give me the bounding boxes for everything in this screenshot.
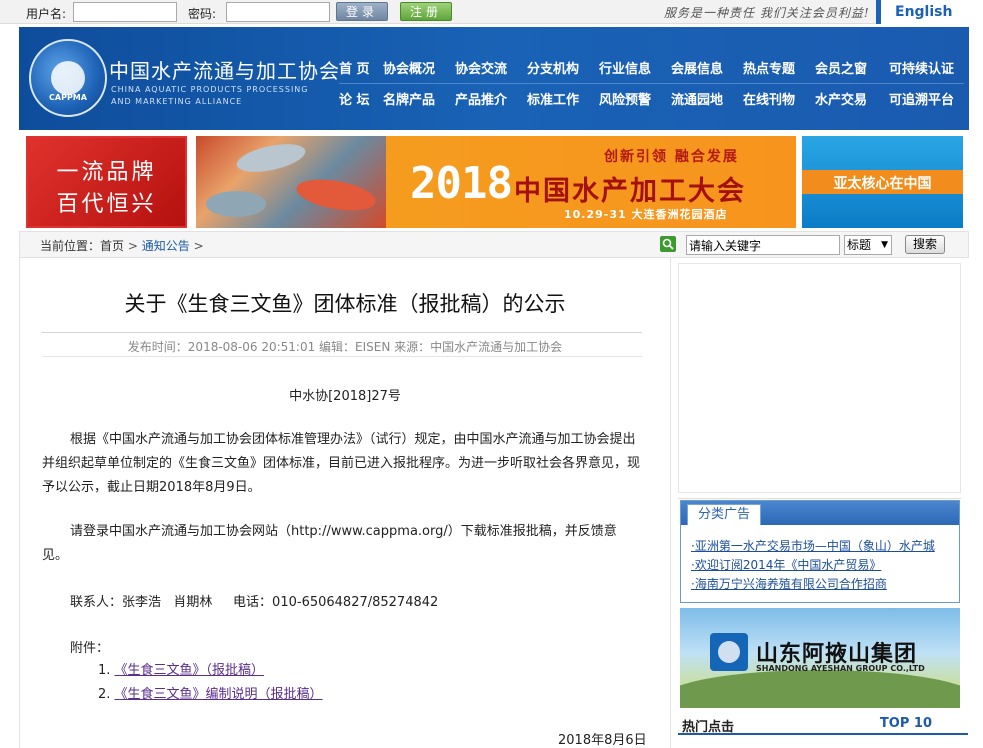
nav-risk-alert[interactable]: 风险预警 [599, 89, 651, 108]
ayeshan-group-banner[interactable]: 山东阿掖山集团 SHANDONG AYESHAN GROUP CO.,LTD [680, 608, 960, 708]
password-label: 密码: [188, 7, 217, 21]
article-date: 2018年8月6日 [558, 733, 647, 748]
nav-product-promo[interactable]: 产品推介 [455, 89, 507, 108]
breadcrumb-bar: 当前位置：首页 > 通知公告 > 标题 ▼ 搜索 [19, 231, 969, 258]
breadcrumb-label: 当前位置： [40, 239, 101, 253]
nav-home[interactable]: 首 页 [339, 58, 370, 77]
nav-branches[interactable]: 分支机构 [527, 58, 579, 77]
org-name-en-line2: AND MARKETING ALLIANCE [111, 97, 243, 106]
conference-date: 10.29-31 大连香洲花园酒店 [564, 208, 728, 221]
search-field-value: 标题 [847, 238, 872, 252]
register-button[interactable]: 注册 [400, 2, 452, 21]
conference-title: 中国水产加工大会 [514, 176, 746, 207]
org-name-en-line1: CHINA AQUATIC PRODUCTS PROCESSING [111, 85, 309, 94]
english-label: English [895, 4, 953, 20]
nav-trading[interactable]: 水产交易 [815, 89, 867, 108]
fish-icon [294, 174, 378, 216]
attachments-label: 附件： [70, 641, 110, 656]
hot-clicks-label: 热门点击 [682, 720, 735, 735]
search-input[interactable] [686, 235, 840, 255]
attachment-item: 2. 《生食三文鱼》编制说明（报批稿） [98, 683, 323, 702]
nav-hot-topics[interactable]: 热点专题 [743, 58, 795, 77]
fish-icon [234, 138, 308, 178]
nav-brand-products[interactable]: 名牌产品 [383, 89, 435, 108]
brand-banner-line2: 百代恒兴 [56, 192, 157, 217]
chevron-down-icon: ▼ [881, 240, 888, 250]
nav-online-journal[interactable]: 在线刊物 [743, 89, 795, 108]
title-divider [42, 332, 642, 333]
conference-slogan: 创新引领 融合发展 [604, 149, 739, 165]
nav-exchange[interactable]: 协会交流 [455, 58, 507, 77]
article-panel: 关于《生食三文鱼》团体标准（报批稿）的公示 发布时间：2018-08-06 20… [19, 258, 671, 748]
sidebar: 分类广告 ·亚洲第一水产交易市场—中国（象山）水产城 ·欢迎订阅2014年《中国… [678, 258, 969, 748]
sidebar-blank-panel [678, 263, 961, 493]
org-name-en: CHINA AQUATIC PRODUCTS PROCESSING AND MA… [111, 84, 308, 108]
nav-members[interactable]: 会员之窗 [815, 58, 867, 77]
attachment-number: 2. [98, 687, 111, 702]
ayeshan-logo-icon [710, 633, 748, 671]
globe-icon [51, 61, 85, 95]
attachment-item: 1. 《生食三文鱼》（报批稿） [98, 659, 264, 678]
attachment-link-explanation[interactable]: 《生食三文鱼》编制说明（报批稿） [115, 687, 323, 702]
top10-label: TOP 10 [879, 716, 932, 731]
nav-standards[interactable]: 标准工作 [527, 89, 579, 108]
username-input[interactable] [73, 2, 177, 22]
password-input[interactable] [226, 2, 330, 22]
classified-ads-header: 分类广告 [681, 501, 959, 525]
document-number: 中水协[2018]27号 [289, 389, 401, 404]
brand-banner[interactable]: 一流品牌 百代恒兴 [26, 136, 187, 228]
cappma-logo-icon[interactable]: CAPPMA [29, 39, 107, 117]
landscape-graphic [680, 670, 960, 708]
breadcrumb: 当前位置：首页 > 通知公告 > [40, 237, 204, 254]
hot-clicks-header: 热门点击 TOP 10 [678, 713, 968, 735]
article-paragraph-2: 请登录中国水产流通与加工协会网站（http://www.cappma.org/）… [42, 524, 617, 563]
article-title: 关于《生食三文鱼》团体标准（报批稿）的公示 [124, 292, 566, 316]
asia-pacific-banner[interactable]: 亚太核心在中国 [802, 136, 963, 228]
username-label: 用户名: [26, 7, 67, 21]
english-link[interactable]: English [876, 0, 983, 24]
group-name-en: SHANDONG AYESHAN GROUP CO.,LTD [756, 664, 925, 673]
nav-divider [339, 83, 964, 84]
fish-icon [206, 191, 266, 217]
ad-link-seafood-city[interactable]: ·亚洲第一水产交易市场—中国（象山）水产城 [691, 537, 935, 554]
nav-industry-info[interactable]: 行业信息 [599, 58, 651, 77]
asia-pacific-text: 亚太核心在中国 [833, 176, 932, 192]
breadcrumb-current[interactable]: 通知公告 [142, 239, 190, 253]
nav-forum[interactable]: 论 坛 [339, 89, 370, 108]
meta-divider [42, 356, 642, 357]
seafood-photo [196, 136, 386, 228]
attachment-number: 1. [98, 663, 111, 678]
conference-banner[interactable]: 创新引领 融合发展 2018 中国水产加工大会 10.29-31 大连香洲花园酒… [196, 136, 796, 228]
article-paragraph-1: 根据《中国水产流通与加工协会团体标准管理办法》（试行）规定，由中国水产流通与加工… [42, 432, 641, 495]
search-button[interactable]: 搜索 [905, 235, 945, 254]
sidebar-divider [678, 498, 961, 499]
nav-sustainability[interactable]: 可持续认证 [889, 58, 954, 77]
nav-traceability[interactable]: 可追溯平台 [889, 89, 954, 108]
brand-banner-line1: 一流品牌 [56, 160, 157, 185]
header-slogan: 服务是一种责任 我们关注会员利益! [664, 6, 870, 20]
login-bar: 用户名: 密码: 登录 注册 服务是一种责任 我们关注会员利益! English [0, 0, 983, 24]
asia-pacific-band: 亚太核心在中国 [802, 170, 963, 194]
conference-year: 2018 [410, 158, 513, 209]
contact-info: 联系人：张李浩 肖期林 电话：010-65064827/85274842 [70, 595, 439, 610]
org-name-cn: 中国水产流通与加工协会 [109, 59, 340, 83]
logo-text: CAPPMA [49, 93, 87, 102]
ad-link-aquaculture[interactable]: ·海南万宁兴海养殖有限公司合作招商 [691, 575, 887, 592]
breadcrumb-home[interactable]: 首页 [100, 239, 124, 253]
search-field-select[interactable]: 标题 ▼ [844, 235, 892, 255]
breadcrumb-sep: > [127, 239, 138, 253]
ad-link-subscribe[interactable]: ·欢迎订阅2014年《中国水产贸易》 [691, 556, 881, 573]
attachment-link-draft[interactable]: 《生食三文鱼》（报批稿） [115, 663, 265, 678]
article-meta: 发布时间：2018-08-06 20:51:01 编辑：EISEN 来源：中国水… [127, 340, 563, 354]
tab-classified-ads[interactable]: 分类广告 [687, 504, 761, 525]
breadcrumb-sep: > [193, 239, 204, 253]
login-button[interactable]: 登录 [336, 2, 388, 21]
search-icon [660, 236, 676, 252]
classified-ads-box: 分类广告 ·亚洲第一水产交易市场—中国（象山）水产城 ·欢迎订阅2014年《中国… [680, 500, 960, 603]
nav-about[interactable]: 协会概况 [383, 58, 435, 77]
nav-circulation[interactable]: 流通园地 [671, 89, 723, 108]
nav-exhibition[interactable]: 会展信息 [671, 58, 723, 77]
site-header: CAPPMA 中国水产流通与加工协会 CHINA AQUATIC PRODUCT… [19, 27, 969, 130]
